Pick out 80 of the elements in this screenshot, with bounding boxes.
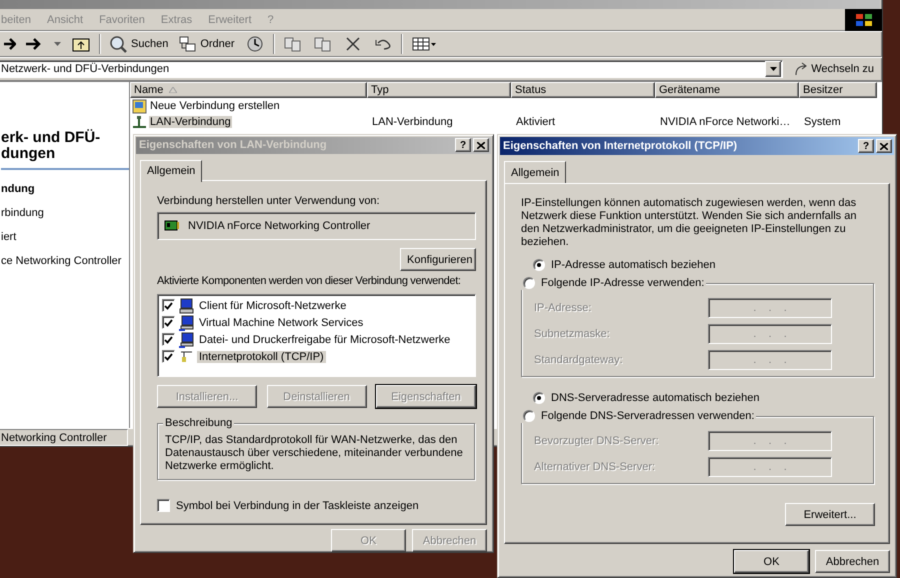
component-item[interactable]: Client für Microsoft-Netzwerke [162, 297, 471, 314]
field-label: Bevorzugter DNS-Server: [534, 434, 659, 448]
field-label: Standardgateway: [534, 354, 623, 366]
column-header[interactable]: Gerätename [655, 82, 799, 98]
protocol-plug-icon [178, 348, 194, 364]
radio-button[interactable] [523, 277, 535, 289]
network-computer-icon [178, 314, 194, 330]
window-title: Eigenschaften von LAN-Verbindung [139, 139, 328, 152]
close-button[interactable] [876, 139, 892, 153]
field-label: Subnetzmaske: [534, 328, 610, 340]
description-text: TCP/IP, das Standardprotokoll für WAN-Netzwerke, das den Datenaustausch über verschiedene, miteinander verbundene Netzwerke ermöglicht. [165, 434, 464, 473]
detail-text: ce Networking Controller [1, 254, 122, 268]
field-label: Alternativer DNS-Server: [534, 460, 656, 474]
detail-text: ndung [1, 182, 36, 196]
list-cell: Aktiviert [515, 116, 556, 128]
views-icon [410, 35, 437, 53]
address-field[interactable]: Netzwerk- und DFÜ-Verbindungen [0, 60, 784, 78]
component-item[interactable]: Virtual Machine Network Services [162, 314, 471, 331]
folders-icon [178, 35, 198, 53]
dialog-button[interactable]: Erweitert... [785, 503, 875, 526]
group-title: Beschreibung [163, 416, 234, 430]
list-cell: LAN-Verbindung [371, 116, 454, 128]
close-icon [880, 142, 888, 150]
radio-button[interactable] [533, 259, 545, 271]
configure-button[interactable]: Konfigurieren [400, 248, 476, 271]
list-cell: System [803, 116, 842, 128]
caret-icon [770, 67, 777, 71]
folders-button[interactable]: Ordner [176, 33, 237, 55]
list-cell: LAN-Verbindung [149, 116, 232, 128]
radio-option[interactable]: IP-Adresse automatisch beziehen [533, 259, 875, 271]
computer-icon [178, 298, 194, 314]
go-button[interactable]: Wechseln zu [789, 61, 878, 77]
network-computer-icon [178, 332, 194, 348]
radio-option[interactable]: Folgende DNS-Serveradressen verwenden: [523, 409, 754, 423]
checkbox[interactable] [157, 499, 170, 512]
tab[interactable]: Allgemein [504, 161, 566, 183]
component-item[interactable]: Datei- und Druckerfreigabe für Microsoft-Netzwerke [162, 331, 471, 348]
help-button[interactable]: ? [858, 139, 874, 153]
search-button[interactable]: Suchen [107, 33, 170, 55]
close-button[interactable] [473, 138, 489, 152]
dialog-button[interactable]: OK [734, 550, 809, 573]
component-item[interactable]: Internetprotokoll (TCP/IP) [162, 348, 471, 365]
list-cell: Neue Verbindung erstellen [149, 100, 281, 112]
checkbox-option[interactable]: Symbol bei Verbindung in der Taskleiste anzeigen [157, 499, 476, 512]
window-title: Eigenschaften von Internetprotokoll (TCP/IP) [503, 140, 738, 152]
history-icon [244, 35, 265, 53]
network-icon [132, 114, 147, 130]
detail-text: rbindung [1, 206, 45, 220]
close-icon [477, 142, 485, 149]
radio-button[interactable] [523, 410, 535, 422]
list-cell: NVIDIA nForce Networki… [659, 116, 792, 128]
column-header[interactable]: Status [511, 82, 655, 98]
radio-button[interactable] [533, 392, 545, 404]
column-header[interactable]: Typ [367, 82, 511, 98]
status-bar: Networking Controller [0, 429, 128, 446]
go-arrow-icon [793, 61, 810, 77]
column-header[interactable]: Besitzer [799, 82, 877, 98]
list-row[interactable]: Neue Verbindung erstellen [130, 98, 882, 114]
radio-option[interactable]: DNS-Serveradresse automatisch beziehen [533, 392, 875, 404]
detail-text: iert [1, 230, 18, 244]
windows-logo-icon [845, 8, 882, 30]
adapter-name: NVIDIA nForce Networking Controller [188, 220, 370, 232]
dropdown-button[interactable] [765, 61, 782, 77]
wizard-icon [132, 98, 147, 114]
help-button[interactable]: ? [455, 138, 471, 152]
section-label: Verbindung herstellen unter Verwendung von: [157, 195, 381, 208]
dialog-button[interactable]: Abbrechen [815, 550, 890, 573]
list-row[interactable]: LAN-Verbindung LAN-Verbindung Aktiviert NVIDIA nForce Networki… System [130, 114, 882, 130]
column-header[interactable]: Name [130, 82, 367, 98]
move-to-icon [282, 35, 303, 53]
field-label: IP-Adresse: [534, 302, 592, 314]
copy-to-icon [312, 35, 333, 53]
section-label: Aktivierte Komponenten werden von dieser Verbindung verwendet: [157, 275, 462, 288]
radio-option[interactable]: Folgende IP-Adresse verwenden: [523, 276, 704, 290]
caret-icon [54, 42, 61, 46]
search-icon [109, 35, 129, 53]
intro-text: IP-Einstellungen können automatisch zugewiesen werden, wenn das Netzwerk diese Funktion unterstützt. Wenden Sie sich andernfalls an den Netzwerkadministrator, um die geeigneten IP-Einstellungen zu beziehen. [521, 197, 858, 249]
network-card-icon [164, 219, 180, 233]
tab[interactable]: Allgemein [140, 160, 202, 182]
sort-ascending-icon [169, 87, 178, 93]
